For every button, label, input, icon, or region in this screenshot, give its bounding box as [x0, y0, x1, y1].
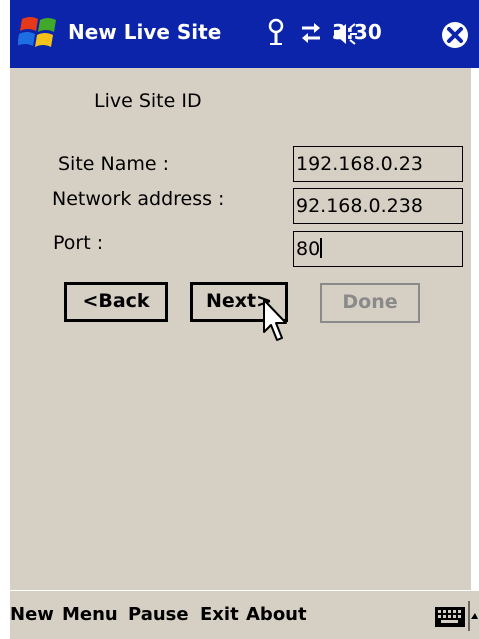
- site-name-label: Site Name :: [58, 153, 170, 175]
- menu-bar: New Menu Pause Exit About: [10, 590, 479, 639]
- windows-start-icon[interactable]: [18, 13, 62, 53]
- window-title: New Live Site: [68, 20, 222, 44]
- text-caret: [320, 238, 323, 258]
- title-bar: New Live Site 3:30: [10, 0, 479, 68]
- menu-menu[interactable]: Menu: [62, 604, 118, 625]
- clock[interactable]: 3:30: [332, 20, 382, 44]
- menu-new[interactable]: New: [10, 604, 54, 625]
- back-button[interactable]: <Back: [64, 282, 168, 322]
- port-label: Port :: [53, 232, 104, 254]
- form-heading: Live Site ID: [94, 90, 202, 112]
- sip-up-arrow-icon[interactable]: [468, 601, 478, 631]
- sync-arrows-icon[interactable]: [302, 23, 320, 43]
- network-address-label: Network address :: [52, 188, 225, 210]
- menu-pause[interactable]: Pause: [128, 604, 189, 625]
- close-icon[interactable]: [440, 20, 470, 50]
- port-value: 80: [296, 238, 321, 260]
- menu-about[interactable]: About: [246, 604, 307, 625]
- network-address-value: 92.168.0.238: [296, 195, 423, 217]
- done-button[interactable]: Done: [320, 283, 420, 323]
- port-field[interactable]: 80: [293, 231, 463, 267]
- keyboard-icon[interactable]: [434, 605, 466, 629]
- antenna-icon[interactable]: [268, 18, 284, 45]
- network-address-field[interactable]: 92.168.0.238: [293, 188, 463, 224]
- device-screen: New Live Site 3:30 Live Site ID Site Nam…: [0, 0, 479, 639]
- site-name-value: 192.168.0.23: [296, 153, 423, 175]
- content-area: Live Site ID Site Name : 192.168.0.23 Ne…: [10, 68, 471, 590]
- site-name-field[interactable]: 192.168.0.23: [293, 146, 463, 182]
- menu-exit[interactable]: Exit: [200, 604, 239, 625]
- mouse-pointer-icon: [263, 299, 287, 341]
